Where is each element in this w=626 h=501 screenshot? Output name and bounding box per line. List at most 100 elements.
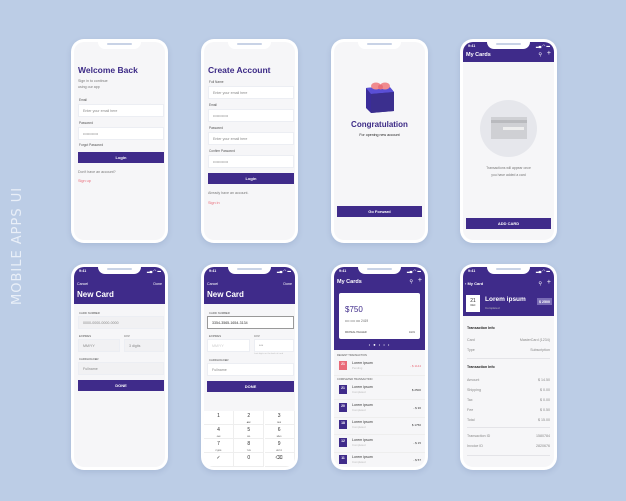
keypad-key[interactable]: ✓ bbox=[204, 453, 234, 467]
done-link[interactable]: Done bbox=[283, 282, 292, 286]
transaction-name: Lorem ipsum bbox=[352, 437, 373, 442]
key-letters: WXYZ bbox=[276, 450, 282, 452]
transaction-item[interactable]: 21 Lorem ipsum Pending - $ 1144 bbox=[334, 359, 425, 376]
carousel-dots[interactable]: • ● • • • bbox=[334, 342, 425, 347]
key-letters: GHI bbox=[216, 436, 221, 438]
card-expiry: 10/21 bbox=[409, 331, 415, 334]
expires-label: EXPIRES bbox=[79, 334, 92, 338]
expires-label: EXPIRES bbox=[209, 334, 222, 338]
back-label: My Card bbox=[467, 281, 484, 286]
cvv-input[interactable]: *** bbox=[254, 339, 294, 352]
keypad-key[interactable]: ⌫ bbox=[264, 453, 295, 467]
transaction-item[interactable]: 12 Lorem ipsum Completed - $ 15 bbox=[334, 436, 425, 453]
card-number: •••• •••• •••• 2419 bbox=[345, 319, 369, 323]
keypad-key[interactable]: 1 bbox=[204, 411, 234, 425]
email-input[interactable]: •••••••••••• bbox=[208, 109, 294, 122]
detail-label: Shipping bbox=[467, 388, 481, 392]
expires-input[interactable]: MM/YY bbox=[78, 339, 120, 352]
confirm-password-input[interactable]: •••••••••••• bbox=[208, 155, 294, 168]
detail-row: Amount $ 14.50 bbox=[467, 378, 550, 382]
transaction-amount: - $ 57 bbox=[413, 458, 421, 462]
status-time: 9:41 bbox=[209, 269, 217, 273]
card-number-input[interactable]: 0000-0000-0000-0000 bbox=[78, 316, 164, 329]
add-card-button[interactable]: ADD CARD bbox=[466, 218, 551, 229]
add-icon[interactable]: + bbox=[547, 50, 551, 57]
keypad-key[interactable]: 3 DEF bbox=[264, 411, 295, 425]
key-digit: 1 bbox=[217, 413, 220, 419]
no-account-text: Don't have an account? bbox=[78, 170, 116, 174]
password-input[interactable]: •••••••••••• bbox=[78, 127, 164, 140]
signin-link[interactable]: Sign in bbox=[208, 201, 220, 205]
search-icon[interactable]: ⚲ bbox=[538, 281, 542, 287]
transaction-amount: - $ 15 bbox=[413, 440, 421, 445]
cancel-button[interactable]: Cancel bbox=[207, 282, 218, 286]
keypad-key[interactable]: 9 WXYZ bbox=[264, 439, 295, 453]
done-button[interactable]: DONE bbox=[207, 381, 294, 392]
fullname-input[interactable]: Enter your email here bbox=[208, 86, 294, 99]
key-letters: PQRS bbox=[215, 450, 222, 452]
card-number-input[interactable]: 3354-3565-1654-3134 bbox=[207, 316, 294, 329]
keypad-key[interactable]: 8 TUV bbox=[234, 439, 265, 453]
date-badge: 18 bbox=[339, 420, 347, 429]
transaction-amount: $ 2500 bbox=[411, 388, 421, 392]
login-button[interactable]: Login bbox=[208, 173, 294, 184]
phone-congratulation: Congratulation For opening new account G… bbox=[331, 39, 428, 243]
done-button[interactable]: DONE bbox=[78, 380, 164, 391]
credit-card[interactable]: $750 •••• •••• •••• 2419 MICHEAL HAGGER … bbox=[339, 293, 420, 339]
section-title: Transaction Info bbox=[467, 365, 495, 369]
phone-new-card-filled: 9:41 ▂▄ ◠ ▬ Cancel Done New Card CARD NU… bbox=[201, 264, 298, 470]
cardholder-input[interactable]: Fullname bbox=[78, 362, 164, 375]
add-icon[interactable]: + bbox=[418, 277, 422, 284]
keypad-key[interactable]: 7 PQRS bbox=[204, 439, 234, 453]
transaction-item[interactable]: 21 Lorem ipsum Completed $ 2500 bbox=[334, 383, 425, 400]
header: 9:41 ▂▄ ◠ ▬ My Cards ⚲ + $750 •••• •••• … bbox=[334, 267, 425, 350]
transaction-status: Completed bbox=[352, 390, 366, 394]
keypad-key[interactable]: 6 MNO bbox=[264, 425, 295, 439]
key-digit: 9 bbox=[277, 441, 281, 447]
status-icons: ▂▄ ◠ ▬ bbox=[146, 269, 161, 273]
cvv-label: CVV bbox=[254, 334, 260, 338]
detail-label: Total bbox=[467, 418, 475, 422]
transaction-item[interactable]: 20 Lorem ipsum Completed - $ 36 bbox=[334, 401, 425, 418]
detail-value: $ 0.00 bbox=[540, 388, 550, 392]
invoice-id-row: Invoice ID 2820676 bbox=[467, 444, 550, 448]
forgot-password-link[interactable]: Forgot Password bbox=[79, 143, 103, 147]
divider bbox=[467, 427, 550, 428]
search-icon[interactable]: ⚲ bbox=[409, 279, 413, 285]
key-letters: TUV bbox=[246, 450, 251, 452]
transaction-item[interactable]: 18 Lorem ipsum Completed $ 1750 bbox=[334, 418, 425, 435]
search-icon[interactable]: ⚲ bbox=[538, 52, 542, 58]
card-placeholder-illustration bbox=[480, 100, 537, 157]
login-button[interactable]: Login bbox=[78, 152, 164, 163]
subtitle: Sign in to continue bbox=[78, 79, 108, 83]
add-icon[interactable]: + bbox=[547, 279, 551, 286]
numeric-keypad: 1 2 ABC 3 DEF 4 GHI 5 JKL 6 MNO 7 PQRS 8 TUV 9 WXYZ ✓ 0 ⌫ bbox=[204, 411, 295, 467]
expires-input[interactable]: MM/YY bbox=[207, 339, 250, 352]
signup-link[interactable]: Sign up bbox=[78, 179, 91, 183]
type-row: Type Subscription bbox=[467, 348, 550, 352]
keypad-key[interactable]: 5 JKL bbox=[234, 425, 265, 439]
have-account-text: Already have an account. bbox=[208, 191, 249, 195]
status-icons: ▂▄ ◠ ▬ bbox=[406, 269, 421, 273]
transaction-title: Lorem ipsum bbox=[485, 296, 526, 303]
detail-row: Total $ 15.00 bbox=[467, 418, 550, 422]
card-number-label: CARD NUMBER bbox=[79, 311, 100, 315]
go-forward-button[interactable]: Go Forward bbox=[337, 206, 422, 217]
cancel-button[interactable]: Cancel bbox=[77, 282, 88, 286]
card-number-label: CARD NUMBER bbox=[209, 311, 230, 315]
cvv-hint: Last digits on the back of card bbox=[254, 353, 284, 355]
password-input[interactable]: Enter your email here bbox=[208, 132, 294, 145]
done-link[interactable]: Done bbox=[153, 282, 162, 286]
keypad-key[interactable]: 2 ABC bbox=[234, 411, 265, 425]
cardholder-input[interactable]: Fullname bbox=[207, 363, 294, 376]
keypad-key[interactable]: 0 bbox=[234, 453, 265, 467]
cvv-input[interactable]: 3 digits bbox=[124, 339, 164, 352]
back-button[interactable]: ‹ My Card bbox=[465, 281, 483, 286]
keypad-key[interactable]: 4 GHI bbox=[204, 425, 234, 439]
transaction-name: Lorem ipsum bbox=[352, 385, 373, 389]
transaction-item[interactable]: 11 Lorem ipsum Completed - $ 57 bbox=[334, 453, 425, 467]
email-input[interactable]: Enter your email here bbox=[78, 104, 164, 117]
date-badge: 21 bbox=[339, 361, 347, 370]
status-time: 9:41 bbox=[468, 44, 476, 48]
detail-value: $ 0.50 bbox=[540, 408, 550, 412]
